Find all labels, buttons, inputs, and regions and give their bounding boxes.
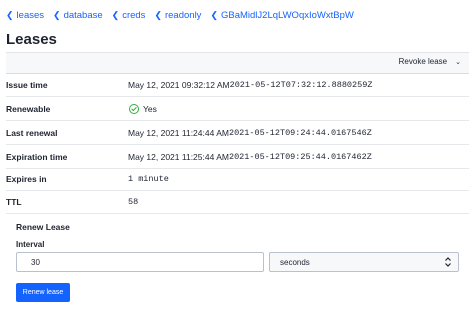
- chevron-left-icon: ❮: [53, 9, 61, 20]
- detail-row-issue-time: Issue time May 12, 2021 09:32:12 AM 2021-…: [6, 74, 469, 97]
- breadcrumb-item-lease-id[interactable]: ❮ GBaMidlJ2LqLWOqxIoWxtBpW: [210, 10, 353, 21]
- detail-value: May 12, 2021 11:24:44 AM 2021-05-12T09:24…: [128, 128, 372, 138]
- renew-lease-heading: Renew Lease: [16, 222, 70, 232]
- interval-label: Interval: [16, 240, 45, 249]
- expires-in-value: 1 minute: [128, 174, 169, 184]
- detail-value: May 12, 2021 11:25:44 AM 2021-05-12T09:25…: [128, 152, 372, 162]
- detail-label: Expiration time: [6, 152, 68, 162]
- detail-row-expiration-time: Expiration time May 12, 2021 11:25:44 AM…: [6, 146, 469, 169]
- chevron-left-icon: ❮: [6, 9, 14, 20]
- breadcrumb-item-readonly[interactable]: ❮ readonly: [154, 10, 201, 21]
- toolbar: Revoke lease ⌄: [6, 52, 469, 74]
- last-renewal-formatted: May 12, 2021 11:24:44 AM: [128, 128, 229, 138]
- revoke-lease-dropdown[interactable]: Revoke lease ⌄: [399, 57, 461, 66]
- detail-row-renewable: Renewable Yes: [6, 98, 469, 121]
- issue-time-formatted: May 12, 2021 09:32:12 AM: [128, 80, 230, 90]
- expiration-time-raw: 2021-05-12T09:25:44.0167462Z: [228, 152, 372, 162]
- chevron-left-icon: ❮: [210, 9, 218, 20]
- breadcrumb-label[interactable]: database: [64, 10, 103, 21]
- renewable-value: Yes: [143, 104, 157, 114]
- breadcrumb-item-database[interactable]: ❮ database: [53, 10, 103, 21]
- check-circle-icon: [129, 104, 139, 114]
- interval-unit-value[interactable]: seconds: [280, 258, 310, 267]
- detail-label: Last renewal: [6, 128, 58, 138]
- breadcrumb-label[interactable]: creds: [122, 10, 145, 21]
- breadcrumb-item-creds[interactable]: ❮ creds: [112, 10, 146, 21]
- detail-label: TTL: [6, 197, 22, 207]
- detail-label: Expires in: [6, 174, 47, 184]
- issue-time-raw: 2021-05-12T07:32:12.8880259Z: [229, 80, 373, 90]
- detail-label: Renewable: [6, 104, 51, 114]
- ttl-value: 58: [128, 197, 139, 207]
- detail-value: Yes: [128, 104, 157, 114]
- detail-row-last-renewal: Last renewal May 12, 2021 11:24:44 AM 202…: [6, 122, 469, 145]
- breadcrumb-label[interactable]: leases: [17, 10, 44, 21]
- revoke-lease-label[interactable]: Revoke lease: [399, 57, 447, 66]
- breadcrumb-label[interactable]: GBaMidlJ2LqLWOqxIoWxtBpW: [221, 10, 354, 21]
- page-title: Leases: [6, 31, 57, 48]
- renew-lease-button[interactable]: Renew lease: [16, 283, 70, 302]
- chevron-down-icon[interactable]: ⌄: [455, 58, 461, 66]
- detail-row-ttl: TTL 58: [6, 191, 469, 214]
- last-renewal-raw: 2021-05-12T09:24:44.0167546Z: [228, 128, 372, 138]
- breadcrumb-item-leases[interactable]: ❮ leases: [6, 10, 44, 21]
- breadcrumb-label[interactable]: readonly: [165, 10, 201, 21]
- detail-value: May 12, 2021 09:32:12 AM 2021-05-12T07:32…: [128, 80, 372, 90]
- detail-label: Issue time: [6, 80, 48, 90]
- select-arrows-icon: [445, 257, 451, 267]
- detail-row-expires-in: Expires in 1 minute: [6, 168, 469, 191]
- interval-input[interactable]: [16, 252, 264, 272]
- expiration-time-formatted: May 12, 2021 11:25:44 AM: [128, 152, 229, 162]
- interval-unit-select[interactable]: seconds: [269, 252, 459, 272]
- breadcrumb: ❮ leases ❮ database ❮ creds ❮ readonly ❮…: [6, 8, 363, 22]
- chevron-left-icon: ❮: [111, 9, 120, 20]
- chevron-left-icon: ❮: [154, 9, 162, 20]
